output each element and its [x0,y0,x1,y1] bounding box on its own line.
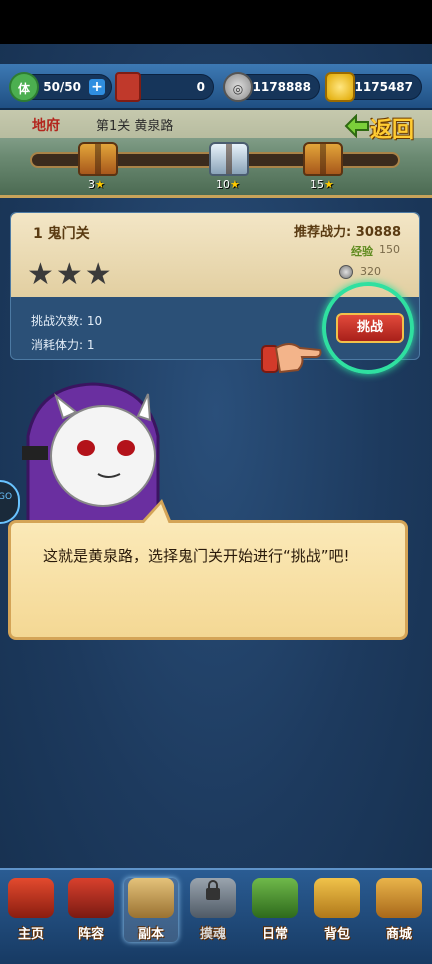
silver-resource: ◎ 1178888 [223,72,320,102]
exp-value: 150 [379,243,400,256]
back-arrow-icon [344,114,369,138]
nav-label: 商城 [385,927,412,942]
nav-shop[interactable]: 商城 [372,878,426,942]
gold-ingot-icon [325,72,355,102]
home-icon [8,878,54,918]
dungeon-swords-icon [128,878,174,918]
ticket-value: 0 [196,80,205,94]
coin-icon [339,265,353,279]
nav-bag[interactable]: 背包 [310,878,364,942]
star-chest-3[interactable] [303,142,343,176]
nav-soul-icon [190,878,236,918]
coin-value: 320 [360,265,381,278]
chest-3-requirement: 15★ [310,178,334,191]
lock-icon [206,880,220,900]
stage-stars: ★★★ [27,257,114,292]
silver-coin-icon: ◎ [223,72,253,102]
status-bar [0,0,432,44]
add-stamina-button[interactable]: + [89,79,105,95]
shop-icon [376,878,422,918]
star-icon: ★ [324,178,334,191]
nav-label: 日常 [261,927,288,942]
bottom-nav: 主页 阵容 副本 摸魂 日常 背包 商城 [0,868,432,964]
stamina-icon: 体 [9,72,39,102]
star-icon: ★ [95,178,105,191]
stage-title: 第1关 黄泉路 [96,119,174,134]
back-button[interactable]: 返回 [344,112,430,143]
lineup-flag-icon [68,878,114,918]
nav-label: 阵容 [77,927,104,942]
nav-home[interactable]: 主页 [4,878,58,942]
nav-label: 副本 [137,927,164,942]
nav-label: 背包 [323,927,350,942]
stage-header: 地府 第1关 黄泉路 返回 3★ 10★ 15★ [0,110,432,198]
stamina-resource: 体 50/50 + [9,72,112,102]
gold-value: 1175487 [354,80,413,94]
gold-resource: 1175487 [325,72,422,102]
map-name: 地府 [32,118,60,134]
challenge-button[interactable]: 挑战 [336,313,404,343]
bag-icon [314,878,360,918]
pointing-hand-icon [261,343,322,374]
nav-label: 主页 [17,927,44,942]
resource-bar: 体 50/50 + 0 ◎ 1178888 1175487 [0,64,432,110]
ticket-icon [115,72,141,102]
recommended-power: 推荐战力: 30888 [294,225,401,240]
stage-name: 1 鬼门关 [33,226,90,242]
daily-scroll-icon [252,878,298,918]
stamina-cost: 消耗体力: 1 [31,338,95,352]
exp-label: 经验 [351,245,373,258]
back-label: 返回 [370,118,415,143]
chest-2-requirement: 10★ [216,178,240,191]
dialog-text: 这就是黄泉路，选择鬼门关开始进行“挑战”吧! [43,547,350,565]
nav-lineup[interactable]: 阵容 [64,878,118,942]
nav-label: 摸魂 [199,927,226,942]
chest-1-requirement: 3★ [88,178,105,191]
star-chest-2[interactable] [209,142,249,176]
nav-daily[interactable]: 日常 [248,878,302,942]
silver-value: 1178888 [252,80,311,94]
tutorial-dialog[interactable]: 这就是黄泉路，选择鬼门关开始进行“挑战”吧! [8,520,408,640]
star-icon: ★ [230,178,240,191]
stamina-value: 50/50 [43,80,81,94]
game-screen: 体 50/50 + 0 ◎ 1178888 1175487 地府 第1关 黄泉路… [0,44,432,964]
attempts-count: 挑战次数: 10 [31,314,103,328]
star-chest-1[interactable] [78,142,118,176]
nav-soul[interactable]: 摸魂 [186,878,240,942]
ticket-resource: 0 [115,72,214,102]
nav-dungeon[interactable]: 副本 [124,878,178,942]
